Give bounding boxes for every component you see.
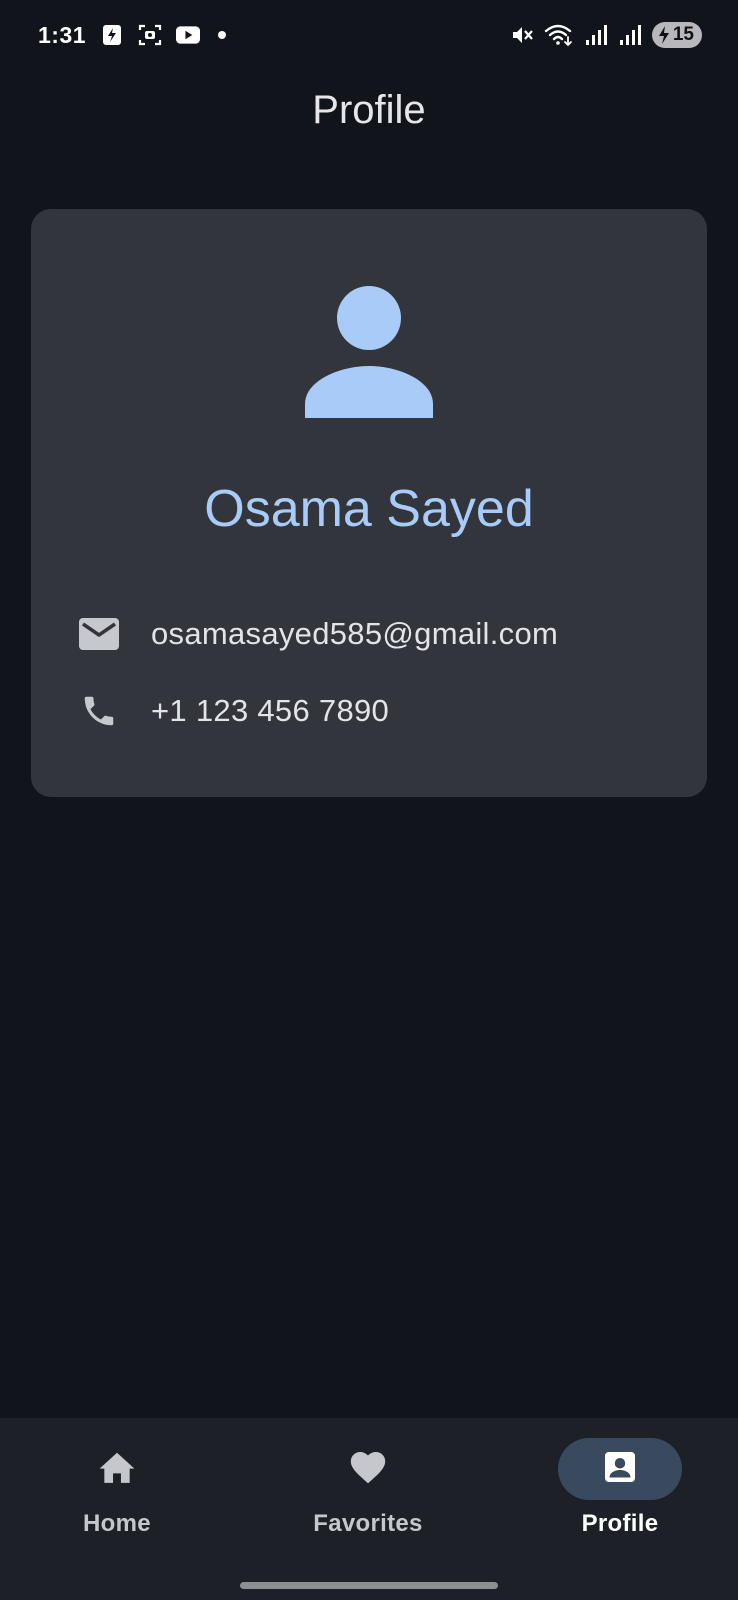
wifi-icon	[544, 23, 574, 47]
profile-screen: 1:31 15 Profile Osama Sayed osamasayed58…	[0, 0, 738, 1600]
bottom-navigation: Home Favorites Profile	[0, 1418, 738, 1600]
email-text: osamasayed585@gmail.com	[151, 616, 559, 651]
signal-icon	[618, 23, 642, 47]
nav-item-home[interactable]: Home	[17, 1438, 217, 1558]
home-icon	[98, 1449, 136, 1490]
heart-icon	[348, 1449, 388, 1490]
phone-text: +1 123 456 7890	[151, 693, 390, 728]
home-indicator[interactable]	[240, 1582, 498, 1589]
phone-icon	[77, 689, 121, 733]
battery-indicator: 15	[651, 22, 702, 48]
nav-label-home: Home	[83, 1510, 151, 1537]
screenshot-icon	[138, 23, 162, 47]
signal-icon	[584, 23, 608, 47]
battery-level: 15	[672, 24, 694, 45]
profile-name: Osama Sayed	[204, 480, 534, 538]
nav-item-favorites[interactable]: Favorites	[268, 1438, 468, 1558]
profile-card: Osama Sayed osamasayed585@gmail.com +1 1…	[31, 209, 707, 797]
fitness-app-icon	[100, 23, 124, 47]
phone-row[interactable]: +1 123 456 7890	[77, 689, 389, 733]
notification-dot-icon	[218, 31, 227, 39]
nav-label-favorites: Favorites	[313, 1510, 423, 1537]
email-row[interactable]: osamasayed585@gmail.com	[77, 612, 558, 656]
nav-item-profile[interactable]: Profile	[520, 1438, 720, 1558]
person-icon	[303, 286, 435, 418]
page-title: Profile	[312, 88, 426, 132]
status-bar: 1:31 15	[0, 0, 738, 70]
contact-card-icon	[602, 1449, 638, 1490]
status-time: 1:31	[38, 21, 87, 48]
nav-pill-favorites	[306, 1438, 430, 1500]
email-icon	[77, 612, 121, 656]
nav-pill-profile	[558, 1438, 682, 1500]
charging-bolt-icon	[658, 26, 669, 44]
status-bar-right: 15	[510, 22, 702, 48]
mute-icon	[510, 23, 534, 47]
status-bar-left: 1:31	[38, 21, 227, 49]
nav-pill-home	[55, 1438, 179, 1500]
youtube-icon	[176, 23, 201, 47]
nav-label-profile: Profile	[581, 1510, 659, 1537]
